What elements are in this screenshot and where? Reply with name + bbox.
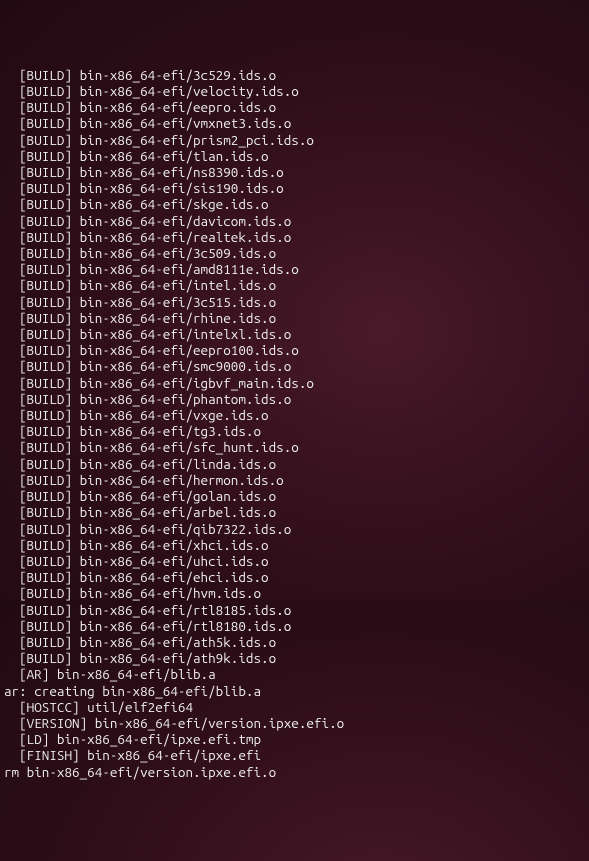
terminal-line: [BUILD] bin-x86_64-efi/phantom.ids.o: [4, 391, 585, 407]
terminal-line: [FINISH] bin-x86_64-efi/ipxe.efi: [4, 747, 585, 763]
terminal-line: [BUILD] bin-x86_64-efi/intelxl.ids.o: [4, 326, 585, 342]
terminal-line: ar: creating bin-x86_64-efi/blib.a: [4, 683, 585, 699]
terminal-line: [BUILD] bin-x86_64-efi/davicom.ids.o: [4, 213, 585, 229]
terminal-line: [BUILD] bin-x86_64-efi/prism2_pci.ids.o: [4, 132, 585, 148]
terminal-line: [LD] bin-x86_64-efi/ipxe.efi.tmp: [4, 731, 585, 747]
terminal-line: [BUILD] bin-x86_64-efi/smc9000.ids.o: [4, 358, 585, 374]
terminal-line: [BUILD] bin-x86_64-efi/rtl8185.ids.o: [4, 602, 585, 618]
terminal-line: [AR] bin-x86_64-efi/blib.a: [4, 666, 585, 682]
terminal-line: [BUILD] bin-x86_64-efi/linda.ids.o: [4, 456, 585, 472]
terminal-line: [BUILD] bin-x86_64-efi/sis190.ids.o: [4, 180, 585, 196]
terminal-line: [BUILD] bin-x86_64-efi/ehci.ids.o: [4, 569, 585, 585]
terminal-line: [BUILD] bin-x86_64-efi/ns8390.ids.o: [4, 164, 585, 180]
terminal-line: [BUILD] bin-x86_64-efi/rhine.ids.o: [4, 310, 585, 326]
terminal-line: [BUILD] bin-x86_64-efi/qib7322.ids.o: [4, 521, 585, 537]
terminal-line: [BUILD] bin-x86_64-efi/realtek.ids.o: [4, 229, 585, 245]
terminal-line: [HOSTCC] util/elf2efi64: [4, 699, 585, 715]
terminal-line: [BUILD] bin-x86_64-efi/amd8111e.ids.o: [4, 261, 585, 277]
terminal-line: [BUILD] bin-x86_64-efi/igbvf_main.ids.o: [4, 375, 585, 391]
terminal-line: [BUILD] bin-x86_64-efi/3c515.ids.o: [4, 294, 585, 310]
terminal-line: [BUILD] bin-x86_64-efi/sfc_hunt.ids.o: [4, 439, 585, 455]
terminal-line: [BUILD] bin-x86_64-efi/tlan.ids.o: [4, 148, 585, 164]
terminal-line: [BUILD] bin-x86_64-efi/ath5k.ids.o: [4, 634, 585, 650]
terminal-line: [BUILD] bin-x86_64-efi/skge.ids.o: [4, 196, 585, 212]
terminal-line: [BUILD] bin-x86_64-efi/rtl8180.ids.o: [4, 618, 585, 634]
terminal-line: [BUILD] bin-x86_64-efi/eepro100.ids.o: [4, 342, 585, 358]
terminal-line: [BUILD] bin-x86_64-efi/arbel.ids.o: [4, 504, 585, 520]
terminal-line: [BUILD] bin-x86_64-efi/golan.ids.o: [4, 488, 585, 504]
terminal-line: [VERSION] bin-x86_64-efi/version.ipxe.ef…: [4, 715, 585, 731]
terminal-line: [BUILD] bin-x86_64-efi/vmxnet3.ids.o: [4, 115, 585, 131]
terminal-line: [BUILD] bin-x86_64-efi/velocity.ids.o: [4, 83, 585, 99]
terminal-line: [BUILD] bin-x86_64-efi/ath9k.ids.o: [4, 650, 585, 666]
terminal-line: [BUILD] bin-x86_64-efi/3c529.ids.o: [4, 67, 585, 83]
terminal-line: [BUILD] bin-x86_64-efi/3c509.ids.o: [4, 245, 585, 261]
terminal-line: [BUILD] bin-x86_64-efi/intel.ids.o: [4, 277, 585, 293]
terminal-line: [BUILD] bin-x86_64-efi/eepro.ids.o: [4, 99, 585, 115]
terminal-output: [BUILD] bin-x86_64-efi/3c529.ids.o [BUIL…: [4, 67, 585, 780]
terminal-line: [BUILD] bin-x86_64-efi/tg3.ids.o: [4, 423, 585, 439]
terminal-line: [BUILD] bin-x86_64-efi/hermon.ids.o: [4, 472, 585, 488]
terminal-line: rm bin-x86_64-efi/version.ipxe.efi.o: [4, 764, 585, 780]
terminal-line: [BUILD] bin-x86_64-efi/hvm.ids.o: [4, 585, 585, 601]
terminal-line: [BUILD] bin-x86_64-efi/vxge.ids.o: [4, 407, 585, 423]
terminal-line: [BUILD] bin-x86_64-efi/xhci.ids.o: [4, 537, 585, 553]
terminal-line: [BUILD] bin-x86_64-efi/uhci.ids.o: [4, 553, 585, 569]
